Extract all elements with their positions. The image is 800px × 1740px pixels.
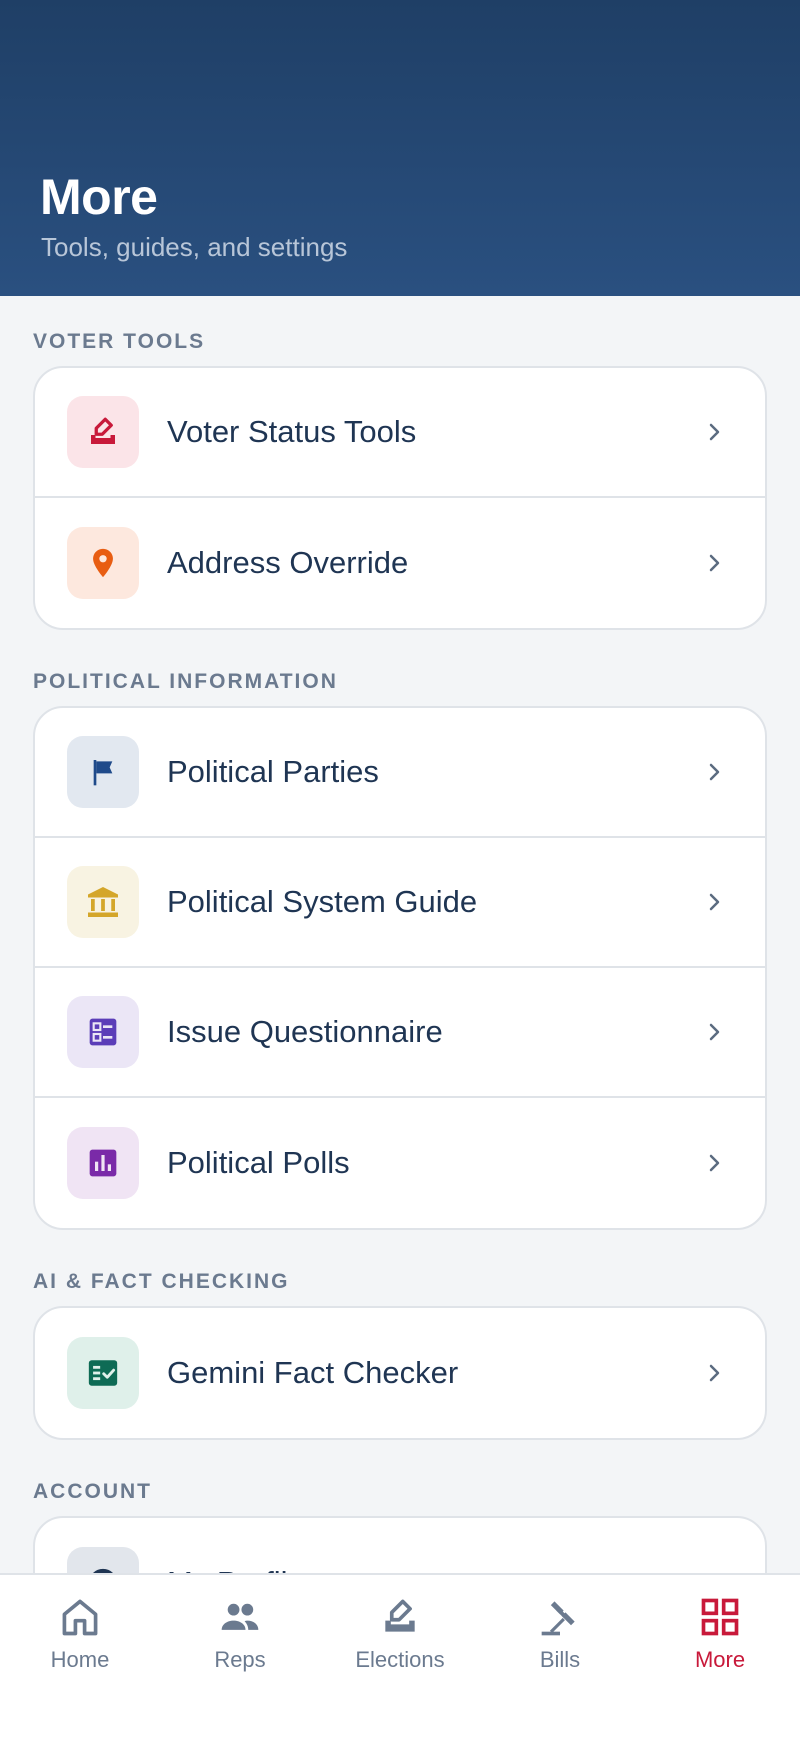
tab-label: Home [50, 1647, 110, 1672]
tab-label: Bills [539, 1647, 581, 1672]
card-ai-fact-checking: Gemini Fact Checker [33, 1306, 767, 1440]
tab-reps[interactable]: Reps [160, 1575, 320, 1740]
tab-home[interactable]: Home [0, 1575, 160, 1740]
chevron-right-icon [709, 763, 720, 781]
card-political-information: Political Parties Political System Guide… [33, 706, 767, 1230]
menu-item-political-polls[interactable]: Political Polls [35, 1098, 765, 1228]
menu-item-label: Voter Status Tools [167, 414, 417, 449]
chevron-right-icon [709, 893, 720, 911]
menu-item-issue-questionnaire[interactable]: Issue Questionnaire [35, 968, 765, 1098]
menu-item-label: My Profile [167, 1565, 705, 1573]
ballot-box-icon [385, 1599, 415, 1632]
checklist-icon [67, 996, 139, 1068]
ballot-box-icon [67, 396, 139, 468]
chevron-right-icon [709, 423, 720, 441]
menu-scroll-area[interactable]: VOTER TOOLS Voter Status Tools Address O… [0, 296, 800, 1573]
page-subtitle: Tools, guides, and settings [41, 232, 348, 262]
fact-check-icon [67, 1337, 139, 1409]
profile-icon [67, 1547, 139, 1573]
flag-icon [67, 736, 139, 808]
section-title-account: ACCOUNT [33, 1480, 152, 1503]
tab-label: Elections [355, 1647, 445, 1672]
bottom-tab-bar: Home Reps Elections Bills More [0, 1573, 800, 1740]
menu-item-gemini-fact-checker[interactable]: Gemini Fact Checker [35, 1308, 765, 1438]
menu-item-label: Address Override [167, 545, 409, 580]
menu-item-political-parties[interactable]: Political Parties [35, 708, 765, 838]
people-icon [221, 1603, 259, 1630]
map-pin-icon [67, 527, 139, 599]
menu-item-label: Issue Questionnaire [167, 1014, 443, 1049]
gavel-icon [541, 1601, 575, 1636]
menu-item-label: Political Polls [167, 1145, 350, 1180]
tab-elections[interactable]: Elections [320, 1575, 480, 1740]
menu-item-label: Political System Guide [167, 884, 478, 919]
menu-item-label: Gemini Fact Checker [167, 1355, 459, 1390]
poll-chart-icon [67, 1127, 139, 1199]
grid-icon [701, 1598, 739, 1636]
card-voter-tools: Voter Status Tools Address Override [33, 366, 767, 630]
government-building-icon [67, 866, 139, 938]
chevron-right-icon [709, 1154, 720, 1172]
menu-item-my-profile[interactable]: My Profile [35, 1518, 765, 1573]
menu-item-political-system-guide[interactable]: Political System Guide [35, 838, 765, 968]
tab-more[interactable]: More [640, 1575, 800, 1740]
page-title: More [40, 169, 158, 225]
tab-label: More [694, 1647, 746, 1672]
section-title-voter-tools: VOTER TOOLS [33, 330, 206, 353]
tab-bills[interactable]: Bills [480, 1575, 640, 1740]
section-title-political-information: POLITICAL INFORMATION [33, 670, 338, 693]
page-header: More Tools, guides, and settings [0, 0, 800, 296]
chevron-right-icon [709, 1023, 720, 1041]
tab-label: Reps [214, 1647, 266, 1672]
menu-item-voter-status-tools[interactable]: Voter Status Tools [35, 368, 765, 498]
chevron-right-icon [709, 1364, 720, 1382]
menu-item-address-override[interactable]: Address Override [35, 498, 765, 628]
card-account: My Profile [33, 1516, 767, 1573]
chevron-right-icon [709, 554, 720, 572]
menu-item-label: Political Parties [167, 754, 379, 789]
section-title-ai-fact-checking: AI & FACT CHECKING [33, 1270, 290, 1293]
home-icon [62, 1599, 98, 1636]
